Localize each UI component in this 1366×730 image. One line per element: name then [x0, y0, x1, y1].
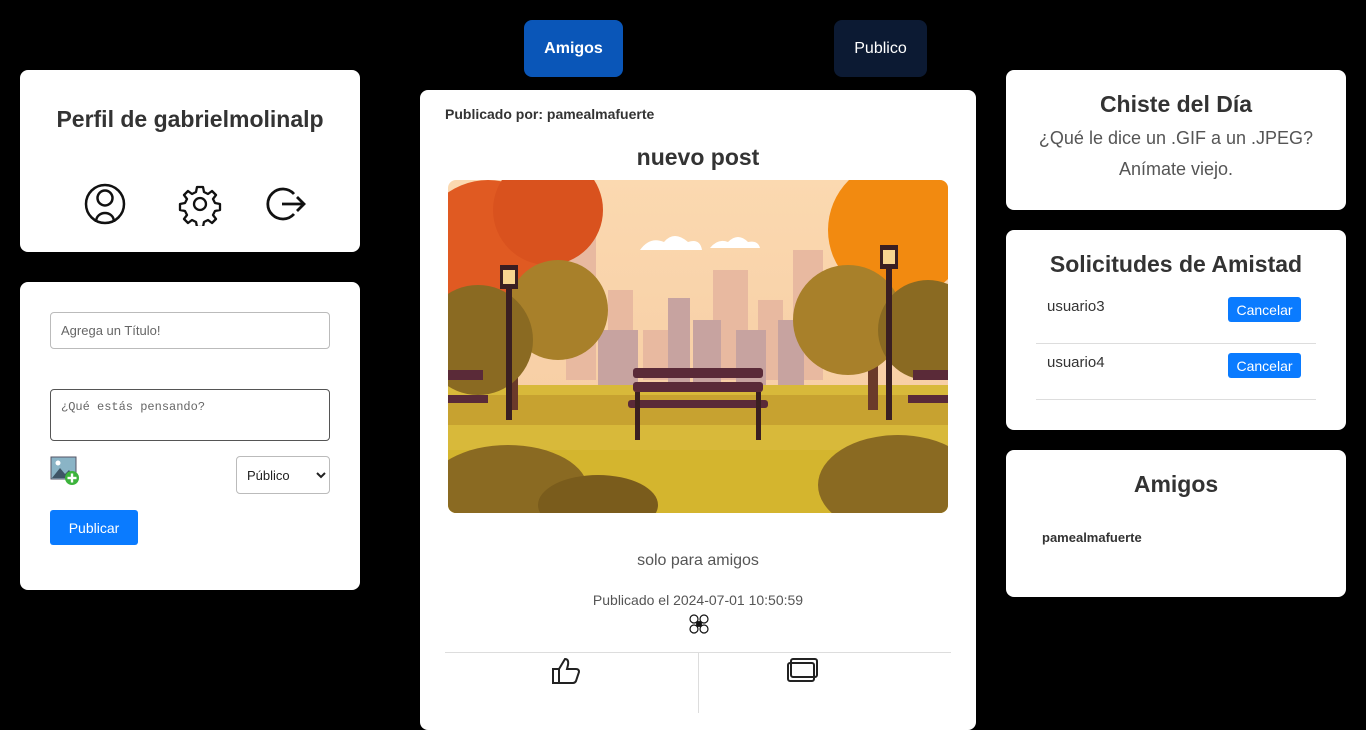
post-title: nuevo post [636, 144, 760, 170]
visibility-select[interactable]: Público [236, 456, 330, 494]
comment-icon[interactable] [787, 655, 821, 685]
joke-card: Chiste del Día ¿Qué le dice un .GIF a un… [1006, 70, 1346, 210]
friend-item[interactable]: pamealmafuerte [1042, 530, 1142, 545]
request-row: usuario4 Cancelar [1036, 344, 1316, 400]
publish-button[interactable]: Publicar [50, 510, 138, 545]
post-actions [445, 652, 951, 713]
request-username: usuario4 [1047, 354, 1105, 371]
friends-card: Amigos pamealmafuerte [1006, 450, 1346, 597]
user-icon[interactable] [83, 182, 127, 226]
friend-requests-card: Solicitudes de Amistad usuario3 Cancelar… [1006, 230, 1346, 430]
request-username: usuario3 [1047, 298, 1105, 315]
cancel-request-button[interactable]: Cancelar [1228, 353, 1301, 378]
joke-question: ¿Qué le dice un .GIF a un .JPEG? [1038, 128, 1314, 148]
post-author: Publicado por: pamealmafuerte [445, 106, 655, 122]
request-row: usuario3 Cancelar [1036, 288, 1316, 344]
profile-title: Perfil de gabrielmolinalp [56, 106, 324, 132]
profile-card: Perfil de gabrielmolinalp [20, 70, 360, 252]
post-text: solo para amigos [637, 552, 759, 569]
post-image [448, 180, 948, 513]
post-card: Publicado por: pamealmafuerte nuevo post [420, 90, 976, 730]
post-title-input[interactable] [50, 312, 330, 349]
joke-title: Chiste del Día [1099, 91, 1253, 117]
post-date: Publicado el 2024-07-01 10:50:59 [592, 592, 804, 608]
requests-title: Solicitudes de Amistad [1049, 251, 1303, 277]
gear-icon[interactable] [178, 182, 222, 226]
publico-tab-button[interactable]: Publico [834, 20, 927, 77]
reactions-icon[interactable] [686, 611, 712, 637]
cancel-request-button[interactable]: Cancelar [1228, 297, 1301, 322]
add-image-icon[interactable] [50, 456, 80, 486]
logout-icon[interactable] [264, 182, 308, 226]
post-body-textarea[interactable] [50, 389, 330, 441]
joke-answer: Anímate viejo. [1118, 159, 1234, 179]
amigos-tab-button[interactable]: Amigos [524, 20, 623, 77]
actions-divider [698, 653, 699, 713]
like-icon[interactable] [549, 655, 583, 685]
friends-title: Amigos [1133, 471, 1219, 497]
compose-card: Público Publicar [20, 282, 360, 590]
